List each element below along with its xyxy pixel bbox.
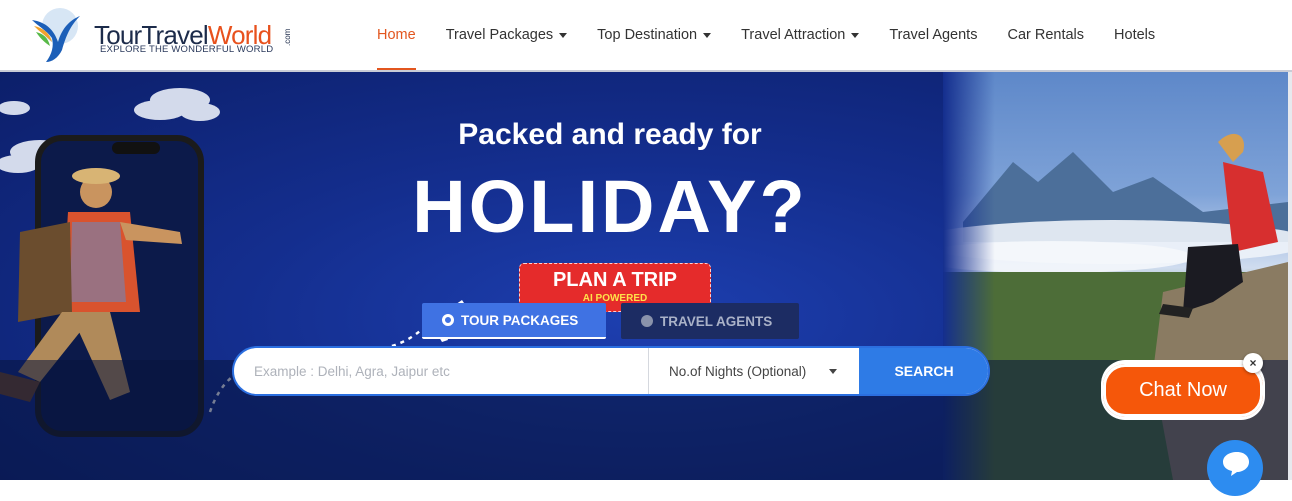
nights-select[interactable]: No.of Nights (Optional) (648, 348, 859, 394)
caret-down-icon (851, 33, 860, 38)
tab-tour-packages[interactable]: TOUR PACKAGES (422, 303, 606, 339)
tab-travel-agents[interactable]: TRAVEL AGENTS (621, 303, 799, 339)
hero-subtitle: Packed and ready for (458, 118, 762, 151)
nav-item-travel-packages[interactable]: Travel Packages (431, 0, 582, 70)
destination-search-input[interactable] (234, 348, 648, 394)
search-button[interactable]: SEARCH (859, 348, 988, 394)
radio-selected-icon (442, 314, 454, 326)
hero-title: HOLIDAY? (412, 165, 808, 248)
plan-a-trip-label: PLAN A TRIP (552, 269, 678, 291)
caret-down-icon (703, 33, 712, 38)
nav-item-car-rentals[interactable]: Car Rentals (992, 0, 1099, 70)
bird-logo-icon (32, 8, 80, 62)
site-header: TourTravelWorld .com EXPLORE THE WONDERF… (0, 0, 1292, 72)
radio-icon (641, 315, 653, 327)
nav-item-hotels[interactable]: Hotels (1099, 0, 1170, 70)
caret-down-icon (829, 369, 837, 374)
site-logo[interactable]: TourTravelWorld .com EXPLORE THE WONDERF… (28, 6, 298, 64)
main-nav: Home Travel Packages Top Destination Tra… (362, 0, 1170, 70)
scrollbar-track[interactable] (1288, 72, 1292, 480)
logo-tagline: EXPLORE THE WONDERFUL WORLD (100, 44, 274, 55)
nav-item-home[interactable]: Home (362, 0, 431, 70)
logo-domain-suffix: .com (283, 28, 292, 46)
chat-bubble-glyph (1223, 452, 1249, 476)
nav-item-travel-attraction[interactable]: Travel Attraction (726, 0, 874, 70)
close-icon[interactable]: × (1243, 353, 1263, 373)
chat-now-button[interactable]: Chat Now (1103, 364, 1263, 417)
chat-bubble-icon[interactable] (1207, 440, 1263, 496)
caret-down-icon (559, 33, 568, 38)
nav-item-travel-agents[interactable]: Travel Agents (874, 0, 992, 70)
nav-item-top-destination[interactable]: Top Destination (582, 0, 726, 70)
hero-banner: Packed and ready for HOLIDAY? PLAN A TRI… (0, 72, 1288, 480)
search-bar: No.of Nights (Optional) SEARCH (232, 346, 990, 396)
